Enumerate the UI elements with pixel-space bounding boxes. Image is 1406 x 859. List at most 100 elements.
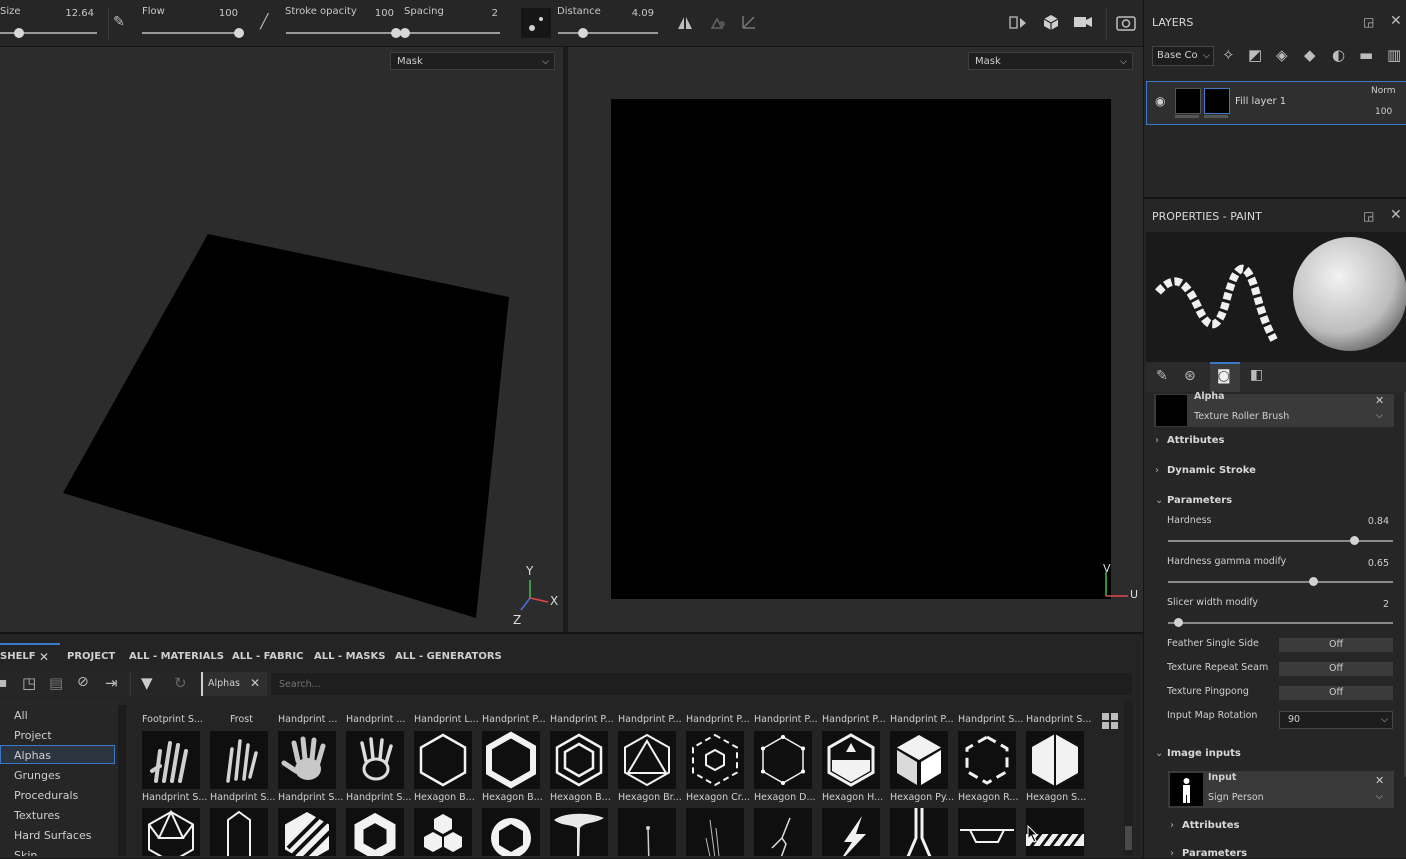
chevron-down-icon[interactable]: ⌵ (1376, 411, 1383, 421)
alpha-thumbnail-hexagon[interactable] (822, 731, 880, 789)
cube-view-icon[interactable] (1042, 13, 1060, 31)
texture-pingpong-toggle[interactable]: Off (1279, 686, 1393, 700)
add-effect-icon[interactable]: ✧ (1222, 46, 1235, 64)
spacing-slider-handle[interactable] (400, 28, 410, 38)
category-project[interactable]: Project (14, 729, 52, 742)
resource-label[interactable]: Hexagon B... (550, 792, 616, 803)
category-grunges[interactable]: Grunges (14, 769, 60, 782)
hardness-gamma-value[interactable]: 0.65 (1349, 558, 1389, 569)
alpha-thumbnail-icosahedron[interactable] (142, 808, 200, 856)
remove-filter-icon[interactable]: ✕ (250, 676, 260, 690)
blend-mode-select[interactable]: Norm (1371, 86, 1396, 96)
new-resource-icon[interactable]: ◳ (22, 674, 36, 692)
alpha-thumbnail-hexagon-tall[interactable] (210, 808, 268, 856)
lazy-mouse-toggle[interactable] (521, 8, 551, 38)
shelf-scrollbar[interactable] (1124, 700, 1133, 856)
resource-label[interactable]: Handprint P... (822, 714, 888, 725)
alpha-thumbnail-handprint[interactable] (346, 731, 404, 789)
alpha-thumbnail-handprint[interactable] (210, 731, 268, 789)
alpha-thumbnail-lightning[interactable] (822, 808, 880, 856)
layer-thumbnail[interactable] (1175, 88, 1201, 114)
resource-label[interactable]: Hexagon Br... (618, 792, 684, 803)
parameters-section-toggle[interactable]: ⌄ Parameters (1155, 495, 1232, 506)
alpha-thumbnail-hexagon-stripes[interactable] (278, 808, 336, 856)
hardness-value[interactable]: 0.84 (1349, 516, 1389, 527)
layer-opacity-value[interactable]: 100 (1375, 107, 1392, 117)
save-icon[interactable]: ▤ (49, 674, 63, 692)
resource-label[interactable]: Handprint ... (278, 714, 344, 725)
category-alphas[interactable]: Alphas (14, 749, 51, 762)
tab-brush-icon[interactable]: ✎ (1156, 368, 1168, 384)
symmetry-icon[interactable] (676, 14, 694, 32)
channel-select[interactable]: Base Co ⌵ (1152, 46, 1214, 66)
slicer-width-slider[interactable] (1168, 622, 1393, 624)
hardness-gamma-slider[interactable] (1168, 581, 1393, 583)
shelf-search-input[interactable] (271, 673, 1132, 695)
category-all[interactable]: All (14, 709, 28, 722)
slicer-width-value[interactable]: 2 (1349, 599, 1389, 610)
alpha-resource-slot[interactable]: Alpha Texture Roller Brush ✕ ⌵ (1154, 391, 1394, 427)
2d-viewport-channel-select[interactable]: Mask ⌵ (968, 52, 1133, 70)
visibility-eye-icon[interactable]: ◉ (1155, 94, 1165, 108)
tab-shelf[interactable]: SHELF (0, 651, 36, 662)
close-icon[interactable]: ✕ (1390, 207, 1402, 223)
close-shelf-tab-icon[interactable]: ✕ (39, 650, 49, 664)
tab-all-masks[interactable]: ALL - MASKS (314, 651, 385, 662)
stroke-opacity-value[interactable]: 100 (354, 8, 394, 19)
resource-label[interactable]: Handprint P... (618, 714, 684, 725)
alpha-thumbnail-hexagon[interactable] (618, 731, 676, 789)
tab-stencil-icon[interactable]: ◧ (1250, 367, 1263, 383)
alpha-thumbnail-pipe[interactable] (890, 808, 948, 856)
resource-label[interactable]: Hexagon Py... (890, 792, 956, 803)
alpha-thumbnail-hexagon[interactable] (958, 731, 1016, 789)
attributes-section-toggle[interactable]: › Attributes (1155, 435, 1224, 446)
layer-row-fill-layer-1[interactable]: ◉ Fill layer 1 Norm 100 (1146, 81, 1406, 125)
hardness-slider[interactable] (1168, 540, 1393, 542)
alpha-thumbnail-hexagon[interactable] (414, 731, 472, 789)
alpha-thumbnail-hexagon[interactable] (1026, 731, 1084, 789)
resource-label[interactable]: Handprint P... (550, 714, 616, 725)
close-icon[interactable]: ✕ (1390, 13, 1402, 29)
image-input-slot[interactable]: Input Sign Person ✕ ⌵ (1168, 771, 1394, 808)
distance-slider[interactable] (558, 32, 658, 34)
tab-alpha[interactable]: ◙ (1210, 362, 1240, 392)
texture-repeat-seam-toggle[interactable]: Off (1279, 662, 1393, 676)
tab-all-generators[interactable]: ALL - GENERATORS (395, 651, 502, 662)
stroke-line-icon[interactable]: ╱ (260, 14, 268, 30)
input-attributes-toggle[interactable]: › Attributes (1170, 820, 1239, 831)
particle-icon[interactable] (708, 14, 728, 34)
resource-label[interactable]: Hexagon D... (754, 792, 820, 803)
tab-all-fabric[interactable]: ALL - FABRIC (232, 651, 303, 662)
flow-slider[interactable] (142, 32, 239, 34)
add-mask-icon[interactable]: ◩ (1248, 46, 1262, 64)
remove-input-icon[interactable]: ✕ (1375, 774, 1384, 787)
image-inputs-section-toggle[interactable]: ⌄ Image inputs (1155, 748, 1241, 759)
alphas-filter-chip[interactable]: Alphas ✕ (201, 672, 267, 696)
alpha-thumbnail-crack[interactable] (754, 808, 812, 856)
alpha-thumbnail-handprint[interactable] (142, 731, 200, 789)
tab-material-icon[interactable]: ⊛ (1184, 368, 1196, 384)
category-procedurals[interactable]: Procedurals (14, 789, 78, 802)
resource-label[interactable]: Handprint S... (346, 792, 412, 803)
resource-label[interactable]: Handprint P... (754, 714, 820, 725)
shelf-scrollbar-thumb[interactable] (1125, 826, 1132, 850)
resource-label[interactable]: Handprint P... (890, 714, 956, 725)
category-hard-surfaces[interactable]: Hard Surfaces (14, 829, 91, 842)
input-map-rotation-select[interactable]: 90 ⌵ (1279, 711, 1393, 729)
chevron-down-icon[interactable]: ⌵ (1376, 792, 1383, 802)
add-folder-icon[interactable]: ▬ (1359, 46, 1373, 64)
add-fill-layer-icon[interactable]: ◆ (1304, 46, 1316, 64)
resource-label[interactable]: Hexagon B... (482, 792, 548, 803)
tab-project[interactable]: PROJECT (67, 651, 115, 662)
grid-view-icon[interactable] (1101, 712, 1119, 730)
spacing-value[interactable]: 2 (460, 8, 498, 19)
hardness-slider-handle[interactable] (1349, 536, 1359, 545)
resource-label[interactable]: Hexagon B... (414, 792, 480, 803)
display-mode-icon[interactable] (1008, 14, 1028, 32)
resource-label[interactable]: Handprint S... (210, 792, 276, 803)
resource-label[interactable]: Handprint S... (142, 792, 208, 803)
3d-viewport-channel-select[interactable]: Mask ⌵ (390, 52, 555, 70)
alpha-thumbnail-handprint[interactable] (278, 731, 336, 789)
hide-icon[interactable]: ⊘ (77, 674, 89, 690)
screenshot-icon[interactable] (1116, 13, 1136, 31)
